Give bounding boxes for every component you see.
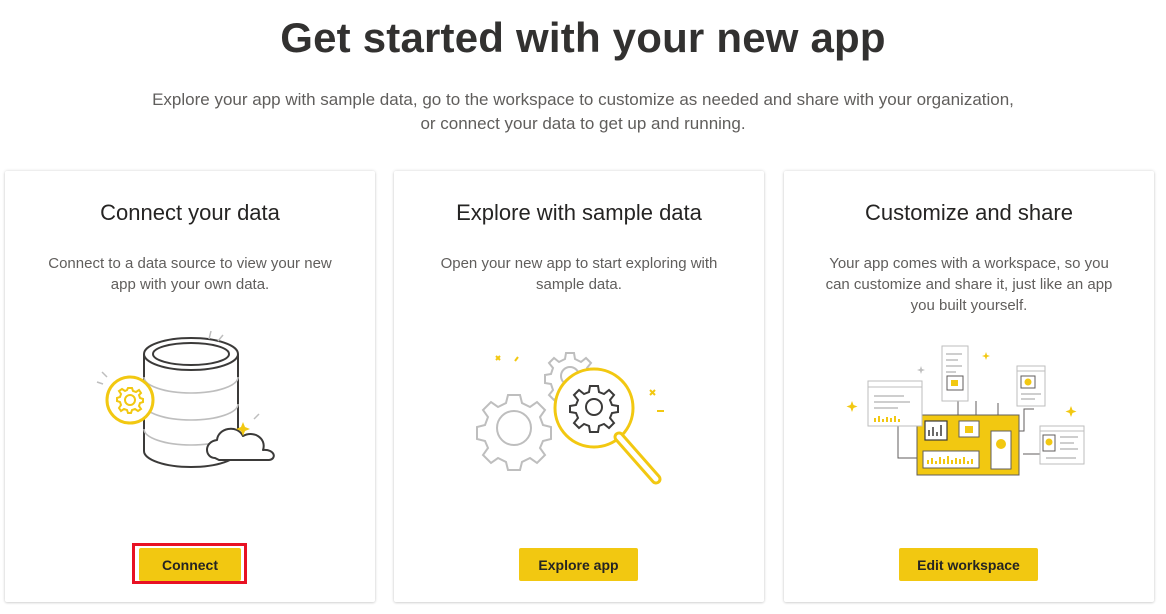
page-subtitle: Explore your app with sample data, go to…: [100, 88, 1066, 136]
page-title: Get started with your new app: [280, 14, 886, 61]
subtitle-line-2: or connect your data to get up and runni…: [420, 114, 746, 133]
workspace-diagram-icon: [846, 345, 1085, 476]
card-title: Connect your data: [100, 200, 280, 225]
card-description: Your app comes with a workspace, so you …: [825, 255, 1113, 314]
database-cloud-gear-icon: [96, 330, 275, 468]
customize-share-card: Customize and share Your app comes with …: [784, 171, 1154, 602]
card-description: Connect to a data source to view your ne…: [48, 255, 332, 293]
gears-magnifier-icon: [476, 352, 664, 485]
explore-app-button[interactable]: Explore app: [519, 548, 638, 581]
card-title: Explore with sample data: [456, 200, 702, 225]
subtitle-line-1: Explore your app with sample data, go to…: [152, 90, 1014, 109]
card-description: Open your new app to start exploring wit…: [440, 255, 718, 293]
connect-data-card: Connect your data Connect to a data sour…: [5, 171, 375, 602]
explore-sample-card: Explore with sample data Open your new a…: [394, 171, 764, 602]
get-started-page: Get started with your new app Explore yo…: [0, 0, 1166, 614]
connect-button[interactable]: Connect: [139, 548, 241, 581]
card-title: Customize and share: [865, 200, 1073, 225]
edit-workspace-button[interactable]: Edit workspace: [899, 548, 1038, 581]
